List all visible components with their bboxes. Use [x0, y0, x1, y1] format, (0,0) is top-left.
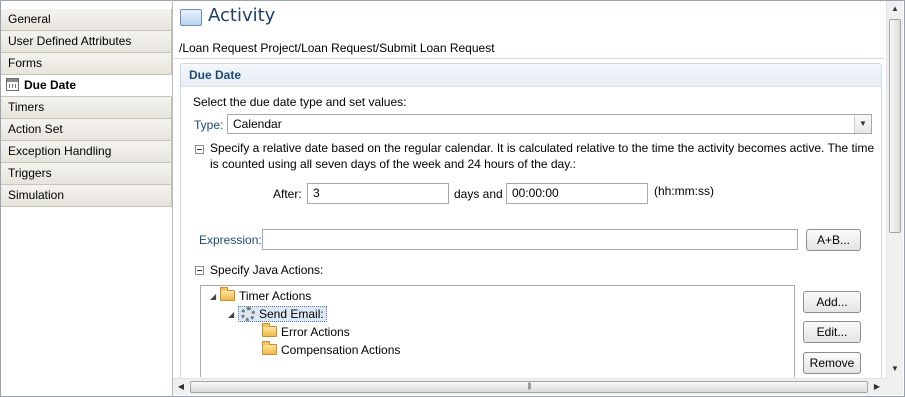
after-label: After: [273, 187, 302, 201]
tabs-divider [172, 0, 173, 397]
tree-item-timer-actions[interactable]: ◢ Timer Actions [210, 287, 311, 305]
tab-user-defined-attributes[interactable]: User Defined Attributes [1, 31, 172, 53]
collapse-java-actions-icon[interactable] [195, 266, 204, 275]
scroll-left-icon[interactable]: ◀ [173, 379, 189, 395]
instruction-text: Select the due date type and set values: [193, 95, 407, 109]
breadcrumb: /Loan Request Project/Loan Request/Submi… [179, 41, 495, 55]
compensation-actions-label: Compensation Actions [281, 343, 401, 357]
days-and-label: days and [454, 187, 503, 201]
error-actions-label: Error Actions [281, 325, 350, 339]
add-button[interactable]: Add... [803, 291, 861, 313]
tab-simulation[interactable]: Simulation [1, 185, 172, 207]
chevron-down-icon[interactable]: ▼ [854, 115, 871, 133]
expression-editor-button[interactable]: A+B... [806, 229, 861, 251]
type-select[interactable]: Calendar ▼ [227, 114, 872, 134]
time-field[interactable]: 00:00:00 [506, 183, 648, 204]
tab-due-date[interactable]: Due Date [1, 75, 172, 97]
tab-general[interactable]: General [1, 9, 172, 31]
type-select-value: Calendar [233, 117, 282, 131]
folder-icon [220, 287, 235, 301]
remove-button[interactable]: Remove [803, 352, 861, 374]
property-tabs: General User Defined Attributes Forms Du… [1, 9, 172, 207]
scroll-corner [886, 378, 903, 395]
horizontal-scroll-thumb[interactable]: ||| [190, 381, 868, 393]
collapse-description-icon[interactable] [195, 145, 204, 154]
page-title: Activity [208, 5, 276, 26]
time-format-label: (hh:mm:ss) [654, 184, 714, 198]
tab-action-set[interactable]: Action Set [1, 119, 172, 141]
tree-item-compensation-actions[interactable]: Compensation Actions [262, 341, 400, 359]
edit-button[interactable]: Edit... [803, 321, 861, 343]
expand-arrow-icon[interactable]: ◢ [210, 288, 220, 306]
section-title[interactable]: Due Date [181, 64, 881, 87]
scroll-up-icon[interactable]: ▲ [887, 1, 903, 17]
vertical-scroll-thumb[interactable] [889, 19, 901, 233]
tab-due-date-label: Due Date [24, 78, 77, 92]
tab-exception-handling[interactable]: Exception Handling [1, 141, 172, 163]
folder-icon [262, 323, 277, 337]
timer-actions-label: Timer Actions [239, 289, 312, 303]
gear-icon [241, 307, 255, 321]
horizontal-scrollbar[interactable]: ◀ ||| ▶ [173, 378, 886, 395]
tab-triggers[interactable]: Triggers [1, 163, 172, 185]
vertical-scrollbar[interactable]: ▲ ▼ [886, 1, 903, 378]
expand-arrow-icon[interactable]: ◢ [228, 306, 238, 324]
scroll-right-icon[interactable]: ▶ [869, 379, 885, 395]
java-actions-label: Specify Java Actions: [210, 263, 324, 277]
tab-forms[interactable]: Forms [1, 53, 172, 75]
scroll-down-icon[interactable]: ▼ [887, 361, 903, 377]
after-days-field[interactable]: 3 [307, 183, 449, 204]
tree-item-send-email[interactable]: ◢ Send Email: [228, 305, 327, 323]
description-line-2: is counted using all seven days of the w… [210, 157, 577, 171]
send-email-label: Send Email: [259, 307, 324, 321]
expression-label: Expression: [199, 233, 262, 247]
expression-field[interactable] [262, 229, 798, 250]
tab-timers[interactable]: Timers [1, 97, 172, 119]
description-line-1: Specify a relative date based on the reg… [210, 141, 875, 155]
header-divider [174, 58, 884, 59]
type-label: Type: [194, 118, 224, 132]
send-email-selection: Send Email: [238, 306, 327, 322]
activity-icon [180, 9, 202, 26]
tree-item-error-actions[interactable]: Error Actions [262, 323, 350, 341]
calendar-icon [6, 78, 19, 91]
java-actions-tree[interactable]: ◢ Timer Actions ◢ Send Email: Error Action… [200, 285, 795, 377]
folder-icon [262, 341, 277, 355]
